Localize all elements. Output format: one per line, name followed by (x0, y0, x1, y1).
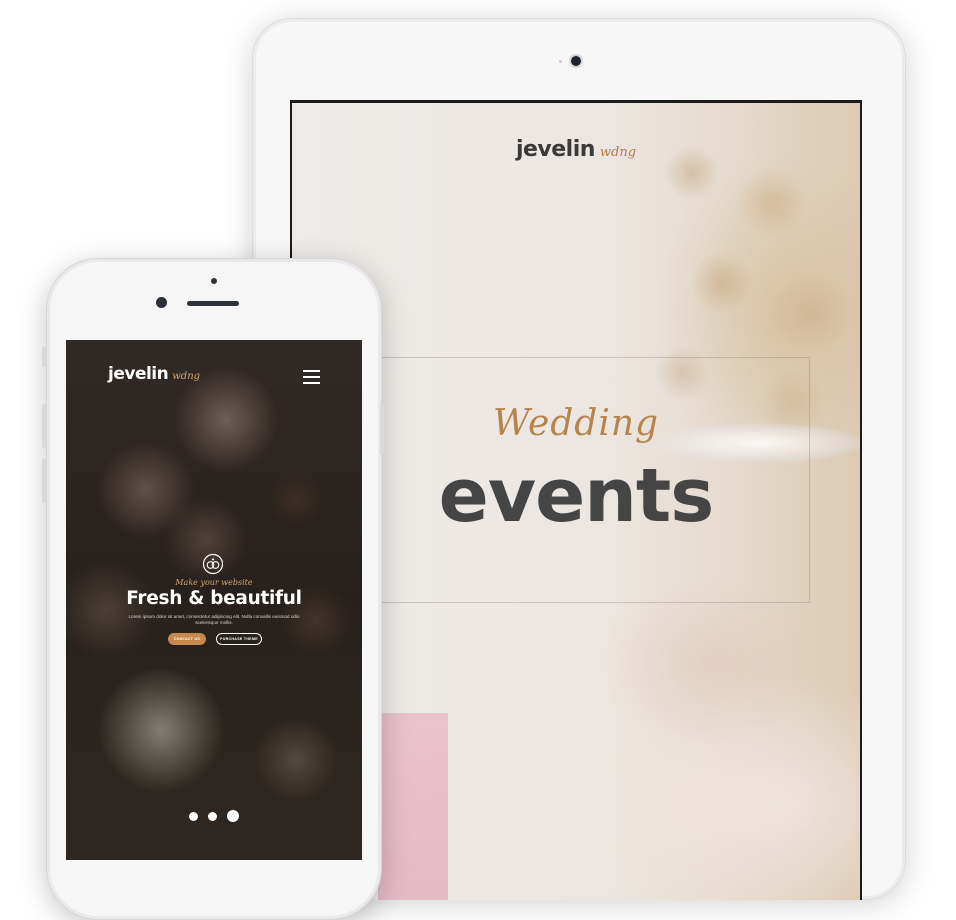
purchase-theme-button[interactable]: PURCHASE THEME (216, 633, 262, 645)
slider-pagination (66, 810, 362, 822)
phone-screen: jevelin wdng Make your website Fresh & be… (66, 340, 362, 860)
tablet-sensor (559, 60, 562, 63)
slider-dot-active[interactable] (227, 810, 239, 822)
tablet-logo[interactable]: jevelin wdng (292, 137, 860, 162)
logo-wordmark: jevelin (108, 364, 169, 384)
phone-sensor (211, 278, 217, 284)
logo-tagline: wdng (172, 371, 201, 382)
phone-volume-up (42, 404, 46, 448)
logo-wordmark: jevelin (515, 137, 595, 162)
hero-title: Fresh & beautiful (126, 588, 302, 609)
tablet-camera (571, 56, 581, 66)
slider-dot[interactable] (189, 811, 198, 821)
phone-speaker (187, 301, 239, 306)
phone-camera (156, 297, 167, 308)
hero-kicker: Make your website (175, 578, 253, 587)
contact-us-button[interactable]: CONTACT US (168, 633, 206, 645)
pink-dress-image (378, 713, 448, 900)
logo-tagline: wdng (599, 145, 637, 160)
slider-dot[interactable] (208, 811, 217, 821)
phone-mute-switch (42, 347, 46, 367)
rings-emblem-icon (202, 553, 224, 575)
phone-logo[interactable]: jevelin wdng (108, 364, 200, 384)
phone-volume-down (42, 459, 46, 503)
phone-power-button (380, 404, 384, 454)
hero-body-text: Lorem ipsum dolor sit amet, consectetur … (128, 614, 300, 625)
hamburger-menu-icon[interactable] (303, 370, 320, 384)
